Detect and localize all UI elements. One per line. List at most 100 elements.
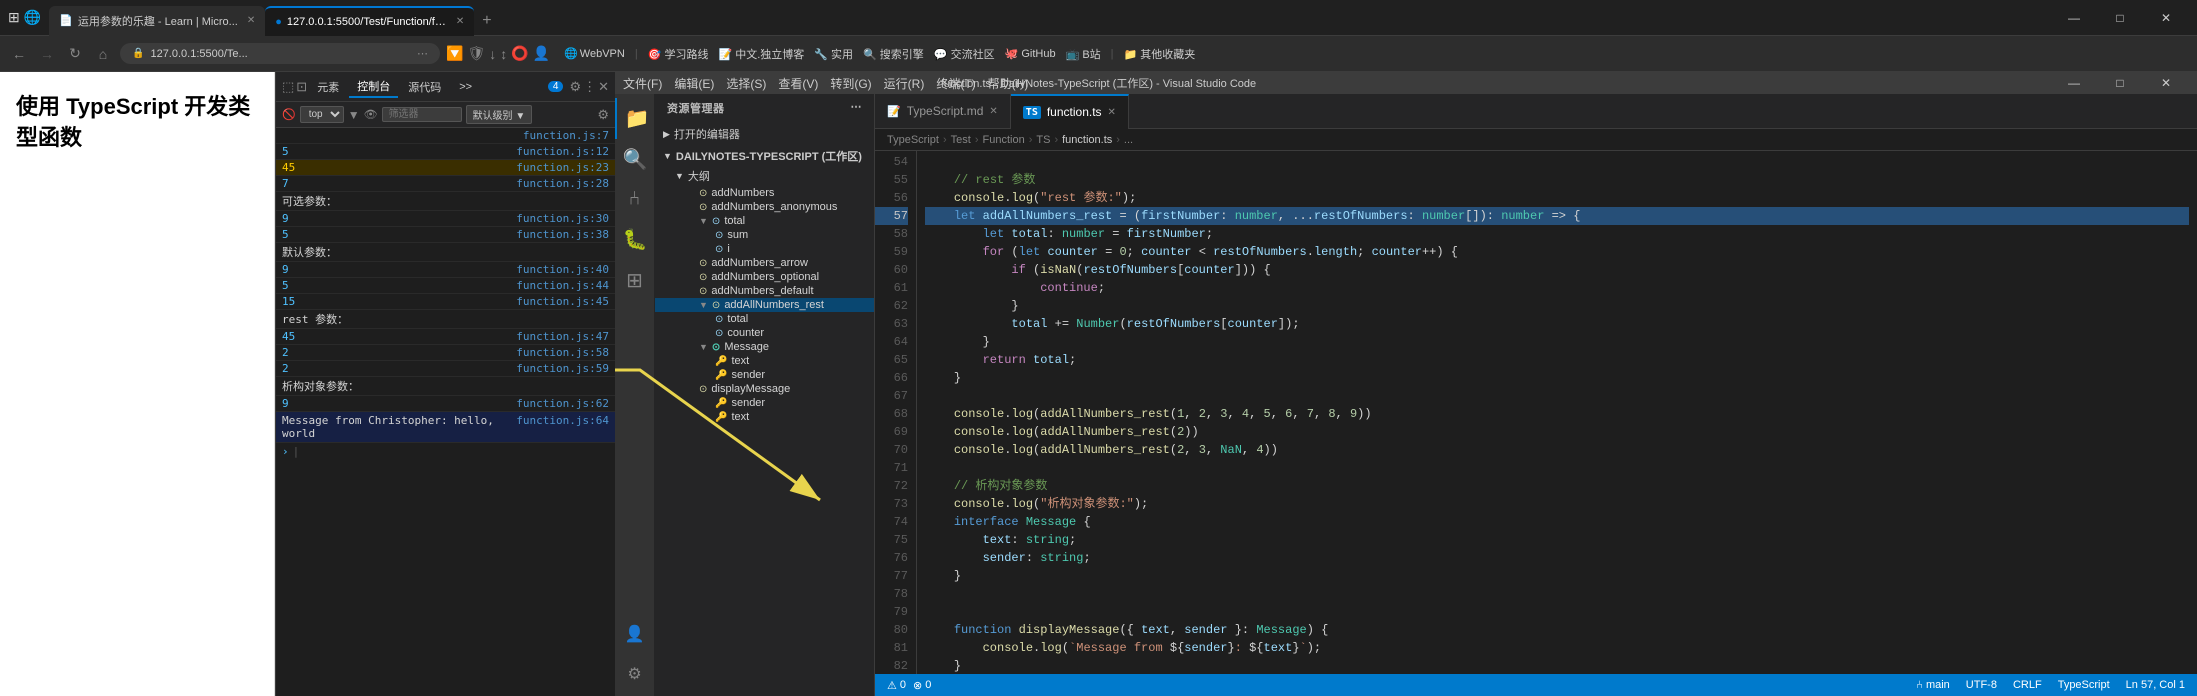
console-link-13[interactable]: function.js:62 [516, 397, 609, 410]
tab2-close[interactable]: ✕ [456, 16, 464, 27]
activity-extensions[interactable]: ⊞ [615, 260, 655, 301]
breadcrumb-test[interactable]: Test [951, 134, 971, 146]
minimize-button[interactable]: — [2051, 0, 2097, 36]
menu-select[interactable]: 选择(S) [726, 75, 766, 92]
devtools-more-icon[interactable]: ⋮ [583, 79, 596, 95]
outline-item-sender[interactable]: 🔑 sender [655, 368, 874, 382]
outline-item-counter[interactable]: ⊙ counter [655, 326, 874, 340]
code-editor[interactable]: 5455565758596061626364656667686970717273… [875, 151, 2197, 674]
menu-edit[interactable]: 编辑(E) [674, 75, 714, 92]
add-tab-button[interactable]: + [474, 6, 499, 36]
bookmark-more[interactable]: 📁 其他收藏夹 [1124, 46, 1196, 62]
console-link-10[interactable]: function.js:47 [516, 330, 609, 343]
ext-icon-1[interactable]: 🔽 [446, 45, 463, 62]
ext-icon-4[interactable]: ↕ [500, 46, 507, 62]
outline-item-total2[interactable]: ⊙ total [655, 312, 874, 326]
menu-view[interactable]: 查看(V) [778, 75, 818, 92]
explorer-more-icon[interactable]: ⋯ [851, 100, 863, 116]
devtools-gear-icon[interactable]: ⚙ [569, 79, 581, 95]
ts-tab-close[interactable]: ✕ [1108, 107, 1116, 118]
menu-run[interactable]: 运行(R) [884, 75, 925, 92]
nav-refresh[interactable]: ↻ [64, 45, 86, 62]
outline-item-text2[interactable]: 🔑 text [655, 410, 874, 424]
ext-icon-6[interactable]: 👤 [533, 45, 550, 62]
activity-explorer[interactable]: 📁 [615, 98, 655, 139]
outline-item-arrow[interactable]: ⊙ addNumbers_arrow [655, 256, 874, 270]
editor-tab-md[interactable]: 📝 TypeScript.md ✕ [875, 94, 1011, 129]
filter-input[interactable] [382, 107, 462, 122]
vscode-close[interactable]: ✕ [2143, 72, 2189, 94]
status-errors[interactable]: ⚠ 0⊗ 0 [887, 679, 931, 692]
vscode-minimize[interactable]: — [2051, 72, 2097, 94]
outline-item-total[interactable]: ▼ ⊙ total [655, 214, 874, 228]
outline-item-text[interactable]: 🔑 text [655, 354, 874, 368]
devtools-cursor-icon[interactable]: ⊡ [296, 79, 307, 95]
bookmark-search[interactable]: 🔍 搜索引擎 [863, 46, 924, 62]
console-link-2[interactable]: function.js:12 [516, 145, 609, 158]
outline-item-displayMessage[interactable]: ⊙ displayMessage [655, 382, 874, 396]
console-link-6[interactable]: function.js:38 [516, 228, 609, 241]
status-language[interactable]: TypeScript [2058, 679, 2110, 691]
menu-goto[interactable]: 转到(G) [830, 75, 871, 92]
activity-git[interactable]: ⑃ [615, 180, 655, 219]
filter-level-dropdown[interactable]: 默认级别 ▼ [466, 105, 533, 124]
bookmark-blog[interactable]: 📝 中文.独立博客 [718, 46, 804, 62]
console-link-4[interactable]: function.js:28 [516, 177, 609, 190]
devtools-close-icon[interactable]: ✕ [598, 79, 609, 95]
nav-back[interactable]: ← [8, 46, 30, 62]
menu-file[interactable]: 文件(F) [623, 75, 662, 92]
browser-tab-1[interactable]: 📄 运用参数的乐趣 - Learn | Micro... ✕ [49, 6, 265, 36]
bookmark-vpn[interactable]: 🌐 WebVPN [564, 47, 625, 60]
breadcrumb-function[interactable]: Function [983, 134, 1025, 146]
nav-home[interactable]: ⌂ [92, 46, 114, 62]
open-editors-header[interactable]: ▶ 打开的编辑器 [655, 124, 874, 144]
tab1-close[interactable]: ✕ [247, 15, 255, 26]
console-link-7[interactable]: function.js:40 [516, 263, 609, 276]
address-bar[interactable]: 🔒 top 127.0.0.1:5500/Te... ⋯ [120, 43, 440, 64]
outline-item-addNumbers-anonymous[interactable]: ⊙ addNumbers_anonymous [655, 200, 874, 214]
console-link-14[interactable]: function.js:64 [516, 414, 609, 440]
browser-tab-2[interactable]: ● 127.0.0.1:5500/Test/Function/fu... ✕ [265, 6, 474, 36]
status-eol[interactable]: CRLF [2013, 679, 2042, 691]
outline-item-i[interactable]: ⊙ i [655, 242, 874, 256]
devtools-element-icon[interactable]: ⬚ [282, 79, 294, 95]
console-link-1[interactable]: function.js:7 [523, 129, 609, 142]
devtools-tab-more[interactable]: >> [451, 79, 480, 95]
bookmark-bilibili[interactable]: 📺 B站 [1066, 46, 1101, 62]
bookmark-community[interactable]: 💬 交流社区 [934, 46, 995, 62]
breadcrumb-ts[interactable]: TS [1036, 134, 1050, 146]
devtools-tab-console[interactable]: 控制台 [349, 76, 398, 98]
console-link-3[interactable]: function.js:23 [516, 161, 609, 174]
status-position[interactable]: Ln 57, Col 1 [2126, 679, 2185, 691]
maximize-button[interactable]: □ [2097, 0, 2143, 36]
console-link-5[interactable]: function.js:30 [516, 212, 609, 225]
md-tab-close[interactable]: ✕ [989, 106, 997, 117]
outline-item-sender2[interactable]: 🔑 sender [655, 396, 874, 410]
outline-item-rest[interactable]: ▼ ⊙ addAllNumbers_rest [655, 298, 874, 312]
activity-debug[interactable]: 🐛 [615, 219, 655, 260]
console-link-12[interactable]: function.js:59 [516, 362, 609, 375]
filter-level-select[interactable]: top [300, 106, 344, 123]
activity-avatar[interactable]: 👤 [615, 616, 655, 652]
ext-icon-2[interactable]: 🛡 [467, 45, 485, 62]
devtools-tab-source[interactable]: 源代码 [400, 77, 449, 97]
status-branch[interactable]: ⑃ main [1916, 679, 1950, 691]
nav-forward[interactable]: → [36, 46, 58, 62]
status-encoding[interactable]: UTF-8 [1966, 679, 1997, 691]
outline-item-Message[interactable]: ▼ ⊙ Message [655, 340, 874, 354]
ext-icon-3[interactable]: ↓ [489, 46, 496, 62]
activity-settings[interactable]: ⚙ [615, 656, 655, 692]
editor-tab-ts[interactable]: TS function.ts ✕ [1011, 94, 1129, 129]
devtools-tab-elements[interactable]: 元素 [309, 77, 347, 97]
breadcrumb-typescript[interactable]: TypeScript [887, 134, 939, 146]
devtools-settings-icon[interactable]: ⚙ [597, 107, 609, 123]
console-link-9[interactable]: function.js:45 [516, 295, 609, 308]
outline-item-sum[interactable]: ⊙ sum [655, 228, 874, 242]
outline-item-optional[interactable]: ⊙ addNumbers_optional [655, 270, 874, 284]
breadcrumb-file[interactable]: function.ts [1062, 134, 1112, 146]
console-link-8[interactable]: function.js:44 [516, 279, 609, 292]
breadcrumb-more[interactable]: ... [1124, 134, 1133, 146]
bookmark-study[interactable]: 🎯 学习路线 [648, 46, 709, 62]
bookmark-tools[interactable]: 🔧 实用 [814, 46, 853, 62]
console-link-11[interactable]: function.js:58 [516, 346, 609, 359]
